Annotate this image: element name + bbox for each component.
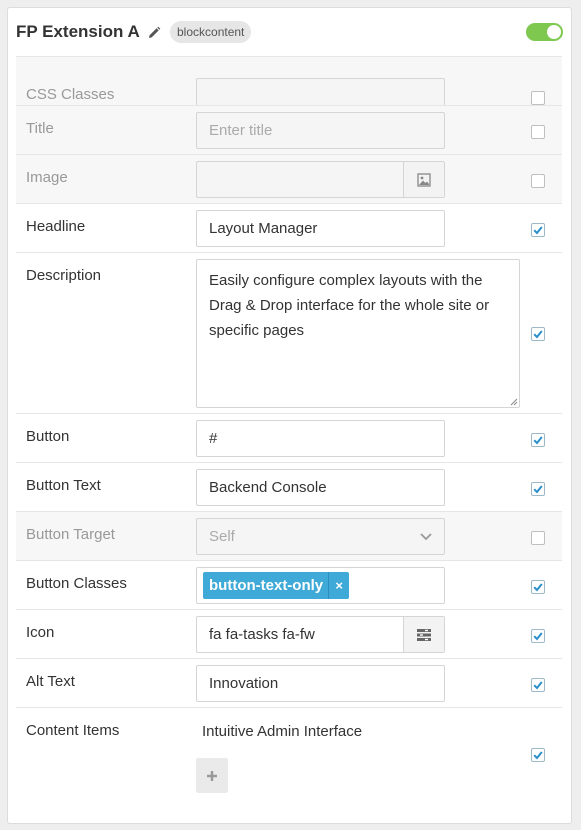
add-item-button[interactable] bbox=[196, 758, 228, 793]
button-classes-checkbox[interactable] bbox=[531, 580, 545, 594]
row-button-target: Button Target Self bbox=[16, 511, 562, 560]
icon-input[interactable]: fa fa-tasks fa-fw bbox=[196, 616, 445, 653]
enable-toggle[interactable] bbox=[526, 23, 563, 41]
block-type-badge: blockcontent bbox=[170, 21, 252, 43]
description-text: Easily configure complex layouts with th… bbox=[209, 272, 490, 339]
row-alt-text: Alt Text Innovation bbox=[16, 658, 562, 707]
toggle-knob bbox=[547, 25, 561, 39]
row-image: Image bbox=[16, 154, 562, 203]
row-title: Title Enter title bbox=[16, 105, 562, 154]
content-items-checkbox[interactable] bbox=[531, 748, 545, 762]
chevron-down-icon bbox=[420, 533, 432, 541]
description-checkbox[interactable] bbox=[531, 327, 545, 341]
row-button: Button # bbox=[16, 413, 562, 462]
button-target-value: Self bbox=[209, 528, 235, 545]
check-icon bbox=[533, 226, 543, 235]
check-icon bbox=[533, 436, 543, 445]
row-content-items: Content Items Intuitive Admin Interface bbox=[16, 707, 562, 805]
class-tag: button-text-only × bbox=[203, 572, 350, 599]
button-text-label: Button Text bbox=[26, 477, 101, 494]
description-label: Description bbox=[26, 267, 102, 284]
image-checkbox[interactable] bbox=[531, 174, 545, 188]
button-checkbox[interactable] bbox=[531, 433, 545, 447]
plus-icon bbox=[207, 771, 217, 781]
alt-text-checkbox[interactable] bbox=[531, 678, 545, 692]
css-classes-label: CSS Classes bbox=[26, 86, 115, 103]
button-text-checkbox[interactable] bbox=[531, 482, 545, 496]
check-icon bbox=[533, 681, 543, 690]
check-icon bbox=[533, 632, 543, 641]
description-textarea[interactable]: Easily configure complex layouts with th… bbox=[196, 259, 520, 408]
panel-title: FP Extension A bbox=[16, 22, 140, 41]
resize-handle-icon[interactable] bbox=[510, 398, 518, 406]
row-icon: Icon fa fa-tasks fa-fw bbox=[16, 609, 562, 658]
class-tag-label: button-text-only bbox=[209, 577, 324, 594]
title-input[interactable]: Enter title bbox=[196, 112, 445, 149]
check-icon bbox=[533, 583, 543, 592]
button-target-checkbox[interactable] bbox=[531, 531, 545, 545]
row-button-classes: Button Classes button-text-only × bbox=[16, 560, 562, 609]
button-classes-input[interactable]: button-text-only × bbox=[196, 567, 445, 604]
image-picker-button[interactable] bbox=[403, 162, 444, 197]
panel-header: FP Extension A blockcontent bbox=[8, 8, 571, 56]
content-items-label: Content Items bbox=[26, 722, 120, 739]
headline-label: Headline bbox=[26, 218, 86, 235]
button-label: Button bbox=[26, 428, 70, 445]
headline-checkbox[interactable] bbox=[531, 223, 545, 237]
pencil-icon[interactable] bbox=[147, 26, 161, 40]
button-classes-label: Button Classes bbox=[26, 575, 127, 592]
button-target-select[interactable]: Self bbox=[196, 518, 445, 555]
check-icon bbox=[533, 485, 543, 494]
check-icon bbox=[533, 751, 543, 760]
image-icon bbox=[417, 173, 431, 187]
button-url-input[interactable]: # bbox=[196, 420, 445, 457]
content-item[interactable]: Intuitive Admin Interface bbox=[202, 723, 362, 740]
fields-list: CSS Classes Title Enter title Image Head… bbox=[16, 56, 562, 805]
icon-value: fa fa-tasks fa-fw bbox=[209, 626, 315, 643]
button-text-input[interactable]: Backend Console bbox=[196, 469, 445, 506]
list-picker-icon bbox=[417, 629, 431, 641]
title-label: Title bbox=[26, 120, 54, 137]
alt-text-input[interactable]: Innovation bbox=[196, 665, 445, 702]
row-button-text: Button Text Backend Console bbox=[16, 462, 562, 511]
icon-label: Icon bbox=[26, 624, 55, 641]
check-icon bbox=[533, 330, 543, 339]
image-input[interactable] bbox=[196, 161, 445, 198]
title-checkbox[interactable] bbox=[531, 125, 545, 139]
row-headline: Headline Layout Manager bbox=[16, 203, 562, 252]
row-description: Description Easily configure complex lay… bbox=[16, 252, 562, 413]
icon-checkbox[interactable] bbox=[531, 629, 545, 643]
row-css-classes: CSS Classes bbox=[16, 56, 562, 115]
button-target-label: Button Target bbox=[26, 526, 115, 543]
icon-picker-button[interactable] bbox=[403, 617, 444, 652]
css-classes-checkbox[interactable] bbox=[531, 91, 545, 105]
headline-input[interactable]: Layout Manager bbox=[196, 210, 445, 247]
extension-panel: FP Extension A blockcontent CSS Classes … bbox=[7, 7, 572, 824]
tag-remove-button[interactable]: × bbox=[328, 572, 349, 599]
image-label: Image bbox=[26, 169, 68, 186]
alt-text-label: Alt Text bbox=[26, 673, 75, 690]
